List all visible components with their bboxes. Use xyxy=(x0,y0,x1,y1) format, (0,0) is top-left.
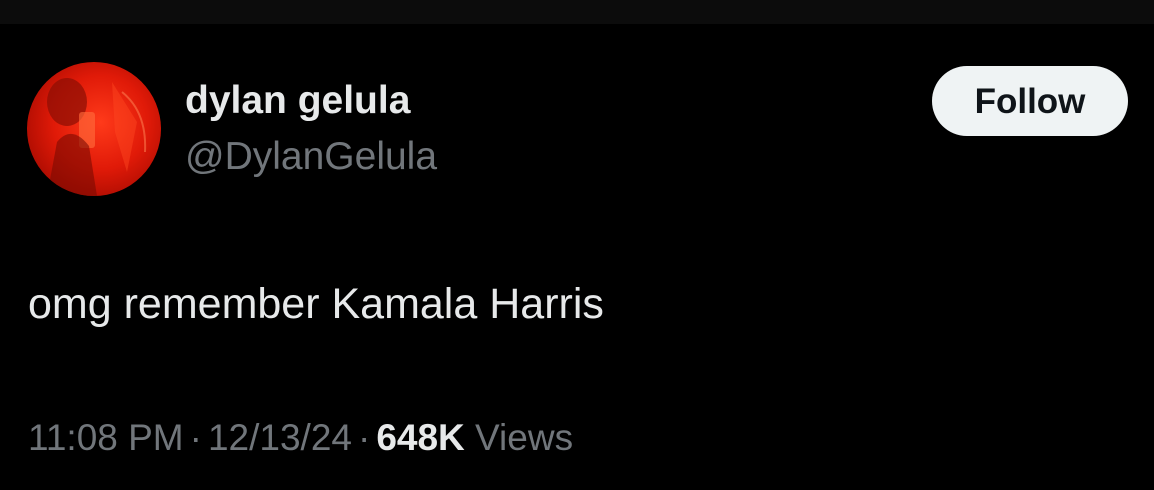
views-label: Views xyxy=(475,417,574,458)
follow-button[interactable]: Follow xyxy=(932,66,1128,136)
tweet-meta: 11:08 PM · 12/13/24 · 648K Views xyxy=(28,414,573,462)
tweet-date[interactable]: 12/13/24 xyxy=(208,417,352,458)
tweet-text: omg remember Kamala Harris xyxy=(28,280,604,328)
author-display-name[interactable]: dylan gelula xyxy=(185,78,410,124)
top-bar xyxy=(0,0,1154,24)
avatar-photo-icon xyxy=(47,78,147,196)
meta-separator: · xyxy=(189,417,202,458)
views-count: 648K xyxy=(376,417,465,458)
avatar[interactable] xyxy=(27,62,161,196)
author-handle[interactable]: @DylanGelula xyxy=(185,134,437,180)
tweet-time[interactable]: 11:08 PM xyxy=(28,417,184,458)
meta-separator: · xyxy=(357,417,371,458)
